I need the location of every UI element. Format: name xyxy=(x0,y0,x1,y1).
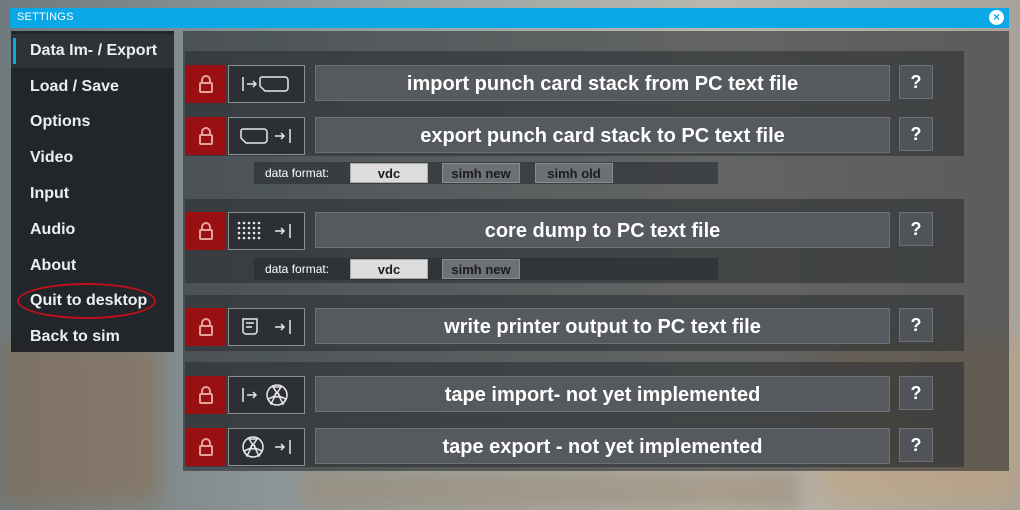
data-format-label: data format: xyxy=(265,166,330,180)
tape-import-button[interactable]: tape import- not yet implemented xyxy=(315,376,890,412)
sidebar: Data Im- / Export Load / Save Options Vi… xyxy=(11,31,174,352)
lock-icon[interactable] xyxy=(186,308,226,346)
format-option-simh-old[interactable]: simh old xyxy=(535,163,613,183)
lock-icon[interactable] xyxy=(186,117,226,155)
lock-icon[interactable] xyxy=(186,65,226,103)
sidebar-item-data-export[interactable]: Data Im- / Export xyxy=(11,34,174,68)
help-button[interactable]: ? xyxy=(899,212,933,246)
data-format-label: data format: xyxy=(265,262,330,276)
core-dump-button[interactable]: core dump to PC text file xyxy=(315,212,890,248)
core-dump-icon[interactable] xyxy=(228,212,305,250)
tape-import-icon[interactable] xyxy=(228,376,305,414)
tape-export-icon[interactable] xyxy=(228,428,305,466)
help-button[interactable]: ? xyxy=(899,65,933,99)
help-button[interactable]: ? xyxy=(899,308,933,342)
sidebar-item-about[interactable]: About xyxy=(11,249,174,283)
tape-export-button[interactable]: tape export - not yet implemented xyxy=(315,428,890,464)
help-button[interactable]: ? xyxy=(899,428,933,462)
lock-icon[interactable] xyxy=(186,428,226,466)
sidebar-item-load-save[interactable]: Load / Save xyxy=(11,70,174,104)
format-option-vdc[interactable]: vdc xyxy=(350,163,428,183)
help-button[interactable]: ? xyxy=(899,117,933,151)
sidebar-item-input[interactable]: Input xyxy=(11,177,174,211)
import-cards-button[interactable]: import punch card stack from PC text fil… xyxy=(315,65,890,101)
sidebar-item-video[interactable]: Video xyxy=(11,141,174,175)
export-card-icon[interactable] xyxy=(228,117,305,155)
lock-icon[interactable] xyxy=(186,212,226,250)
close-icon[interactable]: × xyxy=(989,10,1004,25)
printer-output-button[interactable]: write printer output to PC text file xyxy=(315,308,890,344)
import-card-icon[interactable] xyxy=(228,65,305,103)
sidebar-item-options[interactable]: Options xyxy=(11,105,174,139)
printer-output-icon[interactable] xyxy=(228,308,305,346)
data-format-cards: data format: vdc simh new simh old xyxy=(254,162,718,184)
window-title: SETTINGS xyxy=(17,11,74,23)
format-option-simh-new[interactable]: simh new xyxy=(442,163,520,183)
sidebar-item-quit[interactable]: Quit to desktop xyxy=(11,284,174,318)
help-button[interactable]: ? xyxy=(899,376,933,410)
sidebar-item-back-to-sim[interactable]: Back to sim xyxy=(11,320,174,354)
data-format-core: data format: vdc simh new xyxy=(254,258,718,280)
sidebar-item-audio[interactable]: Audio xyxy=(11,213,174,247)
export-cards-button[interactable]: export punch card stack to PC text file xyxy=(315,117,890,153)
lock-icon[interactable] xyxy=(186,376,226,414)
format-option-simh-new[interactable]: simh new xyxy=(442,259,520,279)
format-option-vdc[interactable]: vdc xyxy=(350,259,428,279)
title-bar: SETTINGS × xyxy=(10,8,1009,28)
